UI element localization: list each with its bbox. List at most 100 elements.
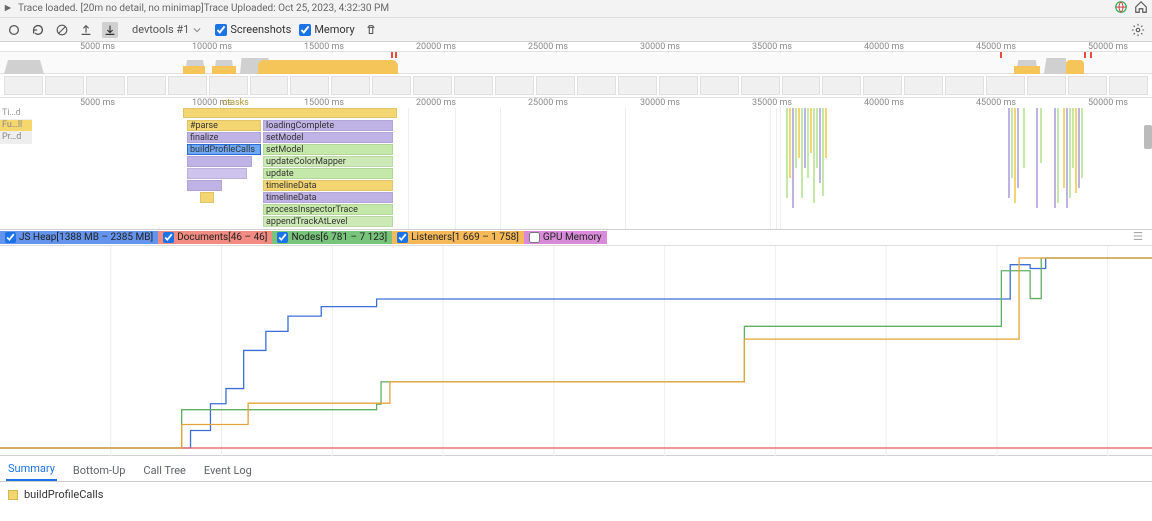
memory-toggle[interactable]: Memory: [299, 23, 354, 36]
screenshot-thumb[interactable]: [863, 76, 902, 95]
flame-timelinedata2[interactable]: timelineData: [263, 192, 393, 203]
legend-jsheap[interactable]: JS Heap[1388 MB – 2385 MB]: [0, 231, 158, 244]
flame-anon[interactable]: [187, 180, 222, 191]
status-text-1: Trace loaded. [20m no detail, no minimap…: [18, 3, 204, 14]
download-button[interactable]: [102, 22, 118, 38]
flame-timelinedata[interactable]: timelineData: [263, 180, 393, 191]
legend-documents[interactable]: Documents[46 – 46]: [158, 231, 272, 244]
screenshot-thumb[interactable]: [372, 76, 411, 95]
globe-icon[interactable]: [1114, 0, 1128, 17]
ruler-tick: 15000 ms: [304, 42, 344, 52]
screenshot-thumb[interactable]: [986, 76, 1025, 95]
home-icon[interactable]: [1134, 0, 1148, 17]
screenshots-checkbox[interactable]: [215, 24, 227, 36]
ruler-tick: 10000 ms: [192, 42, 232, 52]
memory-label: Memory: [314, 23, 354, 36]
screenshot-thumb[interactable]: [822, 76, 861, 95]
summary-detail: buildProfileCalls: [0, 482, 1152, 507]
flame-anon[interactable]: [187, 156, 252, 167]
screenshot-thumb[interactable]: [168, 76, 207, 95]
status-bar: Trace loaded. [20m no detail, no minimap…: [0, 0, 1152, 18]
counter-legend: JS Heap[1388 MB – 2385 MB] Documents[46 …: [0, 230, 1152, 246]
screenshot-thumb[interactable]: [454, 76, 493, 95]
flame-ruler: 5000 ms 10000 ms 15000 ms 20000 ms 25000…: [0, 98, 1152, 108]
sessions-dropdown[interactable]: devtools #1: [126, 21, 207, 38]
reload-button[interactable]: [30, 22, 46, 38]
overview-ruler[interactable]: 5000 ms 10000 ms 15000 ms 20000 ms 25000…: [0, 42, 1152, 52]
flame-finalize[interactable]: finalize: [187, 132, 261, 143]
detail-tabs: Summary Bottom-Up Call Tree Event Log: [0, 456, 1152, 482]
ruler-tick: 30000 ms: [640, 42, 680, 52]
ruler-tick: 40000 ms: [864, 42, 904, 52]
screenshot-thumb[interactable]: [209, 76, 248, 95]
screenshot-thumb[interactable]: [4, 76, 43, 95]
play-icon: [4, 2, 14, 15]
overview-strip[interactable]: [0, 52, 1152, 74]
sessions-dropdown-label: devtools #1: [132, 23, 189, 36]
status-text-2: Trace Uploaded: Oct 25, 2023, 4:32:30 PM: [204, 3, 389, 14]
record-button[interactable]: [6, 22, 22, 38]
screenshot-thumb[interactable]: [741, 76, 780, 95]
settings-button[interactable]: [1130, 22, 1146, 38]
ruler-tick: 5000 ms: [80, 42, 115, 52]
scroll-handle[interactable]: [1144, 125, 1152, 149]
screenshot-strip[interactable]: [0, 74, 1152, 98]
screenshot-thumb[interactable]: [127, 76, 166, 95]
flame-appendtrackatlevel[interactable]: appendTrackAtLevel: [263, 216, 393, 227]
screenshot-thumb[interactable]: [577, 76, 616, 95]
screenshot-thumb[interactable]: [1027, 76, 1066, 95]
flame-updatecolormapper[interactable]: updateColorMapper: [263, 156, 393, 167]
flame-anon[interactable]: [187, 168, 247, 179]
flame-processinspectortrace[interactable]: processInspectorTrace: [263, 204, 393, 215]
memory-checkbox[interactable]: [299, 24, 311, 36]
detail-name: buildProfileCalls: [24, 488, 103, 501]
flame-buildprofilecalls[interactable]: buildProfileCalls: [187, 144, 261, 155]
detail-swatch: [8, 490, 18, 500]
screenshot-thumb[interactable]: [1068, 76, 1107, 95]
screenshot-thumb[interactable]: [945, 76, 984, 95]
flame-content[interactable]: #parse finalize buildProfileCalls loadin…: [0, 108, 1152, 229]
clear-button[interactable]: [54, 22, 70, 38]
ruler-tick: 20000 ms: [416, 42, 456, 52]
tab-calltree[interactable]: Call Tree: [141, 459, 187, 481]
screenshot-thumb[interactable]: [904, 76, 943, 95]
chevron-down-icon: [193, 26, 201, 34]
tab-summary[interactable]: Summary: [6, 457, 57, 481]
ruler-tick: 25000 ms: [528, 42, 568, 52]
screenshot-thumb[interactable]: [495, 76, 534, 95]
tab-bottomup[interactable]: Bottom-Up: [71, 459, 128, 481]
tab-eventlog[interactable]: Event Log: [202, 459, 254, 481]
flame-update[interactable]: update: [263, 168, 393, 179]
flame-parse[interactable]: #parse: [187, 120, 261, 131]
screenshot-thumb[interactable]: [290, 76, 329, 95]
flame-chart[interactable]: 5000 ms 10000 ms 15000 ms 20000 ms 25000…: [0, 98, 1152, 230]
flame-loadingcomplete[interactable]: loadingComplete: [263, 120, 393, 131]
screenshot-thumb[interactable]: [250, 76, 289, 95]
screenshot-thumb[interactable]: [782, 76, 821, 95]
flame-setmodel2[interactable]: setModel: [263, 144, 393, 155]
screenshot-thumb[interactable]: [1109, 76, 1148, 95]
legend-listeners[interactable]: Listeners[1 669 – 1 758]: [392, 231, 524, 244]
screenshot-thumb[interactable]: [45, 76, 84, 95]
screenshot-thumb[interactable]: [700, 76, 739, 95]
flame-setmodel[interactable]: setModel: [263, 132, 393, 143]
legend-nodes[interactable]: Nodes[6 781 – 7 123]: [272, 231, 392, 244]
ruler-tick: 45000 ms: [976, 42, 1016, 52]
flame-anon[interactable]: [200, 192, 214, 203]
screenshots-label: Screenshots: [230, 23, 291, 36]
screenshot-thumb[interactable]: [659, 76, 698, 95]
counter-chart[interactable]: [0, 246, 1152, 456]
garbage-collect-button[interactable]: [363, 22, 379, 38]
toolbar: devtools #1 Screenshots Memory: [0, 18, 1152, 42]
screenshot-thumb[interactable]: [618, 76, 657, 95]
flame-task[interactable]: [183, 108, 397, 118]
ruler-tick: 35000 ms: [752, 42, 792, 52]
screenshot-thumb[interactable]: [86, 76, 125, 95]
upload-button[interactable]: [78, 22, 94, 38]
screenshot-thumb[interactable]: [331, 76, 370, 95]
screenshot-thumb[interactable]: [413, 76, 452, 95]
screenshots-toggle[interactable]: Screenshots: [215, 23, 291, 36]
legend-menu-icon[interactable]: [1132, 231, 1152, 244]
legend-gpu[interactable]: GPU Memory: [524, 231, 607, 244]
screenshot-thumb[interactable]: [536, 76, 575, 95]
